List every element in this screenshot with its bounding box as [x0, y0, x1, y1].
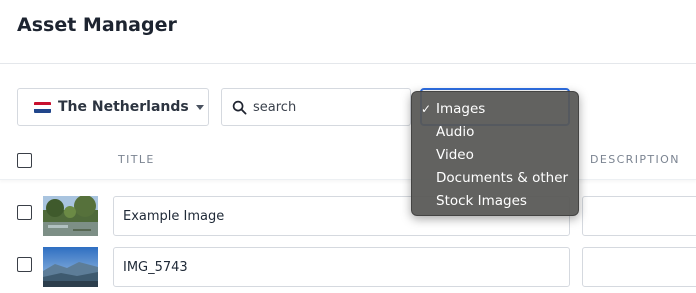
menu-item-stock-images[interactable]: Stock Images	[412, 190, 578, 213]
netherlands-flag-icon	[34, 101, 51, 113]
search-box[interactable]	[221, 88, 411, 126]
caret-down-icon	[195, 104, 204, 110]
page-title: Asset Manager	[17, 14, 177, 36]
country-selector-button[interactable]: The Netherlands	[17, 88, 209, 126]
menu-item-documents-other[interactable]: Documents & other	[412, 167, 578, 190]
menu-item-label: Documents & other	[436, 170, 569, 186]
menu-item-audio[interactable]: Audio	[412, 121, 578, 144]
row-checkbox[interactable]	[17, 257, 32, 272]
menu-item-label: Images	[436, 101, 486, 117]
checkmark-icon: ✓	[421, 102, 432, 116]
search-icon	[232, 100, 247, 114]
menu-item-label: Video	[436, 147, 474, 163]
title-field[interactable]	[113, 247, 570, 287]
country-label: The Netherlands	[58, 99, 189, 115]
menu-item-video[interactable]: Video	[412, 144, 578, 167]
description-field[interactable]	[582, 196, 696, 236]
column-header-title: TITLE	[118, 153, 155, 166]
app-header: Asset Manager	[0, 0, 696, 64]
row-checkbox[interactable]	[17, 205, 32, 220]
landscape-pond-thumbnail[interactable]	[43, 196, 98, 236]
menu-item-label: Stock Images	[436, 193, 527, 209]
mountain-valley-thumbnail[interactable]	[43, 247, 98, 287]
description-field[interactable]	[582, 247, 696, 287]
select-all-checkbox[interactable]	[17, 153, 32, 168]
menu-item-label: Audio	[436, 124, 475, 140]
menu-item-images[interactable]: ✓ Images	[412, 98, 578, 121]
asset-type-dropdown-menu: ✓ Images Audio Video Documents & other S…	[411, 91, 579, 216]
search-input[interactable]	[253, 99, 403, 115]
column-header-description: DESCRIPTION	[590, 153, 680, 166]
